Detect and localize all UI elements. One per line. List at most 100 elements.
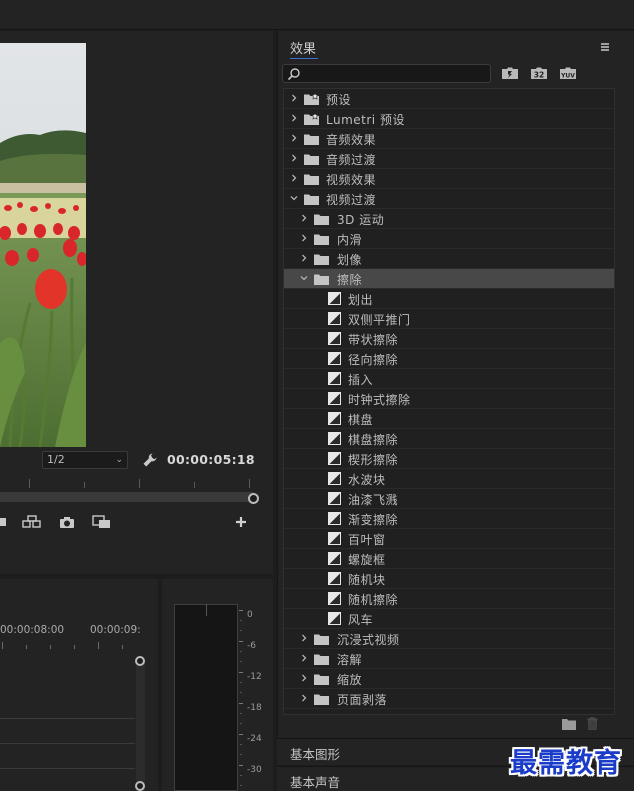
tree-item-label: 百叶窗 [348,533,386,547]
scrub-end-handle[interactable] [248,493,259,504]
effect-folder[interactable]: 擦除 [284,269,614,289]
program-video-frame[interactable] [0,43,86,447]
transition-icon [328,312,341,325]
program-time-ruler[interactable] [0,476,260,488]
effect-item[interactable]: 带状擦除 [284,329,614,349]
effect-item[interactable]: 螺旋框 [284,549,614,569]
scroll-bottom-handle[interactable] [135,781,145,791]
effect-item[interactable]: 随机块 [284,569,614,589]
folder-icon [314,254,329,265]
effects-search-box[interactable] [282,64,491,83]
transition-icon [328,532,341,545]
effect-item[interactable]: 百叶窗 [284,529,614,549]
yuv-effects-icon[interactable]: YUV [559,66,577,80]
chevron-right-icon[interactable] [300,634,308,642]
search-icon [287,68,300,81]
scroll-top-handle[interactable] [135,656,145,666]
db-label: -30 [247,765,262,775]
effects-search-input[interactable] [305,66,485,81]
effect-folder[interactable]: 溶解 [284,649,614,669]
camera-icon[interactable] [59,515,75,529]
chevron-right-icon[interactable] [290,134,298,142]
transition-icon [328,292,341,305]
overwrite-icon[interactable] [0,515,7,529]
new-bin-icon[interactable] [562,718,576,730]
effect-item[interactable]: 径向擦除 [284,349,614,369]
effect-folder[interactable]: 页面剥落 [284,689,614,709]
tree-item-label: 楔形擦除 [348,453,399,467]
meter-scale-ticks [239,610,243,786]
transition-icon [328,392,341,405]
chevron-right-icon[interactable] [300,654,308,662]
effect-item[interactable]: 楔形擦除 [284,449,614,469]
tree-item-label: 内滑 [337,233,363,247]
playhead-timecode[interactable]: 00:00:05:18 [167,452,255,467]
wrench-icon[interactable] [142,452,158,468]
transition-icon [328,332,341,345]
tree-item-label: 渐变擦除 [348,513,399,527]
tree-item-label: 沉浸式视频 [337,633,400,647]
chevron-right-icon[interactable] [290,174,298,182]
effect-item[interactable]: 水波块 [284,469,614,489]
folder-icon [314,214,329,225]
folder-icon [314,654,329,665]
effect-item[interactable]: 划出 [284,289,614,309]
effect-folder[interactable]: 缩放 [284,669,614,689]
effect-folder[interactable]: 音频过渡 [284,149,614,169]
32bit-icon-text: 32 [534,71,544,80]
ruler-label: 00:00:08:00 [0,624,65,636]
accelerated-effects-icon[interactable] [501,66,519,80]
audio-meter-bars [174,604,238,791]
effect-item[interactable]: 渐变擦除 [284,509,614,529]
chevron-right-icon[interactable] [290,154,298,162]
lift-icon[interactable] [22,515,42,529]
folder-icon [304,134,319,145]
zoom-level-select[interactable]: 1/2 ⌄ [42,451,128,469]
effect-folder[interactable]: 沉浸式视频 [284,629,614,649]
chevron-right-icon[interactable] [290,94,298,102]
tree-item-label: 时钟式擦除 [348,393,411,407]
effect-folder[interactable]: Lumetri 预设 [284,109,614,129]
effect-item[interactable]: 时钟式擦除 [284,389,614,409]
folder-icon [304,174,319,185]
effect-item[interactable]: 随机擦除 [284,589,614,609]
effect-item[interactable]: 棋盘擦除 [284,429,614,449]
button-editor-plus-icon[interactable] [234,515,248,529]
track-divider [0,718,135,719]
chevron-right-icon[interactable] [300,254,308,262]
effect-folder[interactable]: 预设 [284,89,614,109]
tree-item-label: 随机块 [348,573,386,587]
effects-panel-tab[interactable]: 效果 [290,38,316,57]
timeline-panel[interactable] [0,579,158,791]
timeline-vertical-scrollbar[interactable] [136,660,145,791]
effect-item[interactable]: 油漆飞溅 [284,489,614,509]
chevron-right-icon[interactable] [300,694,308,702]
chevron-right-icon[interactable] [300,234,308,242]
db-label: -6 [247,641,256,651]
tree-item-label: 视频效果 [326,173,377,187]
effect-item[interactable]: 双侧平推门 [284,309,614,329]
effect-item[interactable]: 棋盘 [284,409,614,429]
trash-icon[interactable] [587,717,598,731]
chevron-right-icon[interactable] [300,674,308,682]
comparison-view-icon[interactable] [92,515,112,529]
yuv-icon-text: YUV [560,73,575,80]
tree-item-label: 水波块 [348,473,386,487]
effect-folder[interactable]: 划像 [284,249,614,269]
tree-item-label: 螺旋框 [348,553,386,567]
effect-folder[interactable]: 3D 运动 [284,209,614,229]
chevron-down-icon[interactable] [290,194,298,202]
effect-folder[interactable]: 视频效果 [284,169,614,189]
32bit-effects-icon[interactable]: 32 [530,66,548,80]
effects-tree[interactable]: 预设 Lumetri 预设 音频效果 音频过渡视频效果视频过渡 3D 运动内滑划像 擦除划… [283,88,615,715]
effect-folder[interactable]: 内滑 [284,229,614,249]
program-scrub-bar[interactable] [0,492,254,502]
chevron-right-icon[interactable] [300,214,308,222]
chevron-right-icon[interactable] [290,114,298,122]
effect-folder[interactable]: 视频过渡 [284,189,614,209]
effect-item[interactable]: 插入 [284,369,614,389]
panel-menu-icon[interactable] [598,40,612,54]
effect-item[interactable]: 风车 [284,609,614,629]
chevron-down-icon[interactable] [300,274,308,282]
effect-folder[interactable]: 音频效果 [284,129,614,149]
